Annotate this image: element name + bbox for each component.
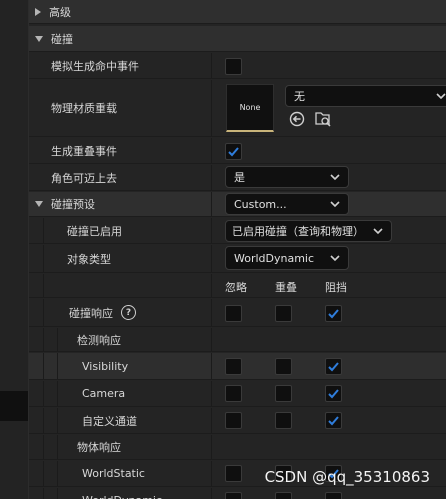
- collision-enabled-label: 碰撞已启用: [67, 224, 122, 238]
- material-thumbnail-text: None: [239, 103, 261, 112]
- chevron-down-icon: [330, 174, 340, 181]
- camera-ignore-checkbox[interactable]: [225, 385, 242, 402]
- row-collision-presets[interactable]: 碰撞预设 Custom...: [29, 192, 446, 217]
- simulation-hit-events-label: 模拟生成命中事件: [51, 59, 139, 73]
- row-custom-channel: 自定义通道: [29, 408, 446, 434]
- section-advanced[interactable]: 高级: [29, 0, 446, 24]
- collision-responses-block-checkbox[interactable]: [325, 305, 342, 322]
- custom-channel-label: 自定义通道: [82, 414, 137, 428]
- generate-overlap-events-checkbox[interactable]: [225, 143, 242, 160]
- row-response-headers: 忽略 重叠 阻挡: [29, 274, 446, 298]
- camera-block-checkbox[interactable]: [325, 385, 342, 402]
- material-asset-picker[interactable]: 无: [285, 85, 446, 107]
- collision-responses-overlap-checkbox[interactable]: [275, 305, 292, 322]
- chevron-down-icon: [436, 93, 446, 100]
- row-can-character-step-up: 角色可迈上去 是: [29, 165, 446, 191]
- step-up-dropdown[interactable]: 是: [225, 166, 349, 188]
- checkmark-icon: [228, 147, 239, 157]
- visibility-block-checkbox[interactable]: [325, 358, 342, 375]
- collapse-arrow-icon[interactable]: [35, 35, 43, 42]
- browse-asset-icon[interactable]: [314, 110, 332, 128]
- collision-presets-dropdown[interactable]: Custom...: [225, 193, 349, 215]
- can-character-step-up-label: 角色可迈上去: [51, 171, 117, 185]
- row-phys-material-override: 物理材质重载 None 无: [29, 80, 446, 137]
- step-up-value: 是: [234, 171, 245, 184]
- phys-material-override-label: 物理材质重载: [51, 102, 117, 115]
- world-dynamic-overlap-checkbox[interactable]: [275, 492, 292, 499]
- custom-channel-ignore-checkbox[interactable]: [225, 412, 242, 429]
- checkmark-icon: [328, 469, 339, 479]
- world-dynamic-ignore-checkbox[interactable]: [225, 492, 242, 499]
- collision-presets-value: Custom...: [234, 197, 287, 211]
- trace-responses-label: 检测响应: [77, 333, 121, 347]
- world-static-ignore-checkbox[interactable]: [225, 465, 242, 482]
- row-visibility: Visibility: [29, 353, 446, 380]
- object-type-dropdown[interactable]: WorldDynamic: [225, 246, 349, 270]
- material-thumbnail[interactable]: None: [226, 84, 274, 132]
- generate-overlap-events-label: 生成重叠事件: [51, 144, 117, 158]
- camera-label: Camera: [82, 387, 126, 400]
- chevron-down-icon: [330, 201, 340, 208]
- checkmark-icon: [328, 309, 339, 319]
- simulation-hit-events-checkbox[interactable]: [225, 58, 242, 75]
- collision-responses-ignore-checkbox[interactable]: [225, 305, 242, 322]
- viewport-edge: [0, 0, 29, 499]
- visibility-overlap-checkbox[interactable]: [275, 358, 292, 375]
- row-collision-enabled: 碰撞已启用 已启用碰撞（查询和物理）: [29, 218, 446, 244]
- visibility-label: Visibility: [82, 359, 129, 373]
- camera-overlap-checkbox[interactable]: [275, 385, 292, 402]
- row-object-responses: 物体响应: [29, 435, 446, 460]
- row-simulation-hit-events: 模拟生成命中事件: [29, 53, 446, 79]
- row-world-static: WorldStatic: [29, 461, 446, 487]
- world-dynamic-block-checkbox[interactable]: [325, 492, 342, 499]
- col-ignore-header: 忽略: [225, 281, 247, 294]
- collapse-arrow-icon[interactable]: [35, 201, 43, 207]
- details-panel: 高级 碰撞 模拟生成命中事件 物理材质重载 None 无 生成重叠事件 角色可迈…: [29, 0, 446, 499]
- row-collision-responses: 碰撞响应?: [29, 299, 446, 327]
- object-responses-label: 物体响应: [77, 441, 121, 454]
- row-generate-overlap-events: 生成重叠事件: [29, 138, 446, 164]
- collision-presets-label: 碰撞预设: [51, 198, 95, 211]
- object-type-value: WorldDynamic: [234, 251, 315, 265]
- row-trace-responses: 检测响应: [29, 328, 446, 352]
- col-block-header: 阻挡: [325, 281, 347, 294]
- custom-channel-overlap-checkbox[interactable]: [275, 412, 292, 429]
- collision-enabled-dropdown[interactable]: 已启用碰撞（查询和物理）: [225, 220, 392, 242]
- collision-enabled-value: 已启用碰撞（查询和物理）: [232, 225, 364, 238]
- row-camera: Camera: [29, 381, 446, 407]
- checkmark-icon: [328, 389, 339, 399]
- row-world-dynamic: WorldDynamic: [29, 488, 446, 499]
- help-icon[interactable]: ?: [121, 305, 136, 320]
- world-static-overlap-checkbox[interactable]: [275, 465, 292, 482]
- section-advanced-label: 高级: [49, 5, 71, 19]
- row-object-type: 对象类型 WorldDynamic: [29, 245, 446, 273]
- world-static-block-checkbox[interactable]: [325, 465, 342, 482]
- viewport-dark-band: [0, 391, 29, 421]
- world-static-label: WorldStatic: [82, 467, 145, 480]
- checkmark-icon: [328, 416, 339, 426]
- col-overlap-header: 重叠: [275, 281, 297, 294]
- section-collision[interactable]: 碰撞: [29, 26, 446, 52]
- use-selected-arrow-icon[interactable]: [289, 111, 305, 127]
- visibility-ignore-checkbox[interactable]: [225, 358, 242, 375]
- chevron-down-icon: [330, 255, 340, 262]
- expand-arrow-icon[interactable]: [35, 7, 41, 16]
- object-type-label: 对象类型: [67, 252, 111, 266]
- material-asset-value: 无: [294, 90, 305, 103]
- section-collision-label: 碰撞: [51, 32, 73, 46]
- custom-channel-block-checkbox[interactable]: [325, 412, 342, 429]
- checkmark-icon: [328, 362, 339, 372]
- world-dynamic-label: WorldDynamic: [82, 488, 162, 499]
- chevron-down-icon: [373, 228, 383, 235]
- collision-responses-label: 碰撞响应: [69, 306, 113, 320]
